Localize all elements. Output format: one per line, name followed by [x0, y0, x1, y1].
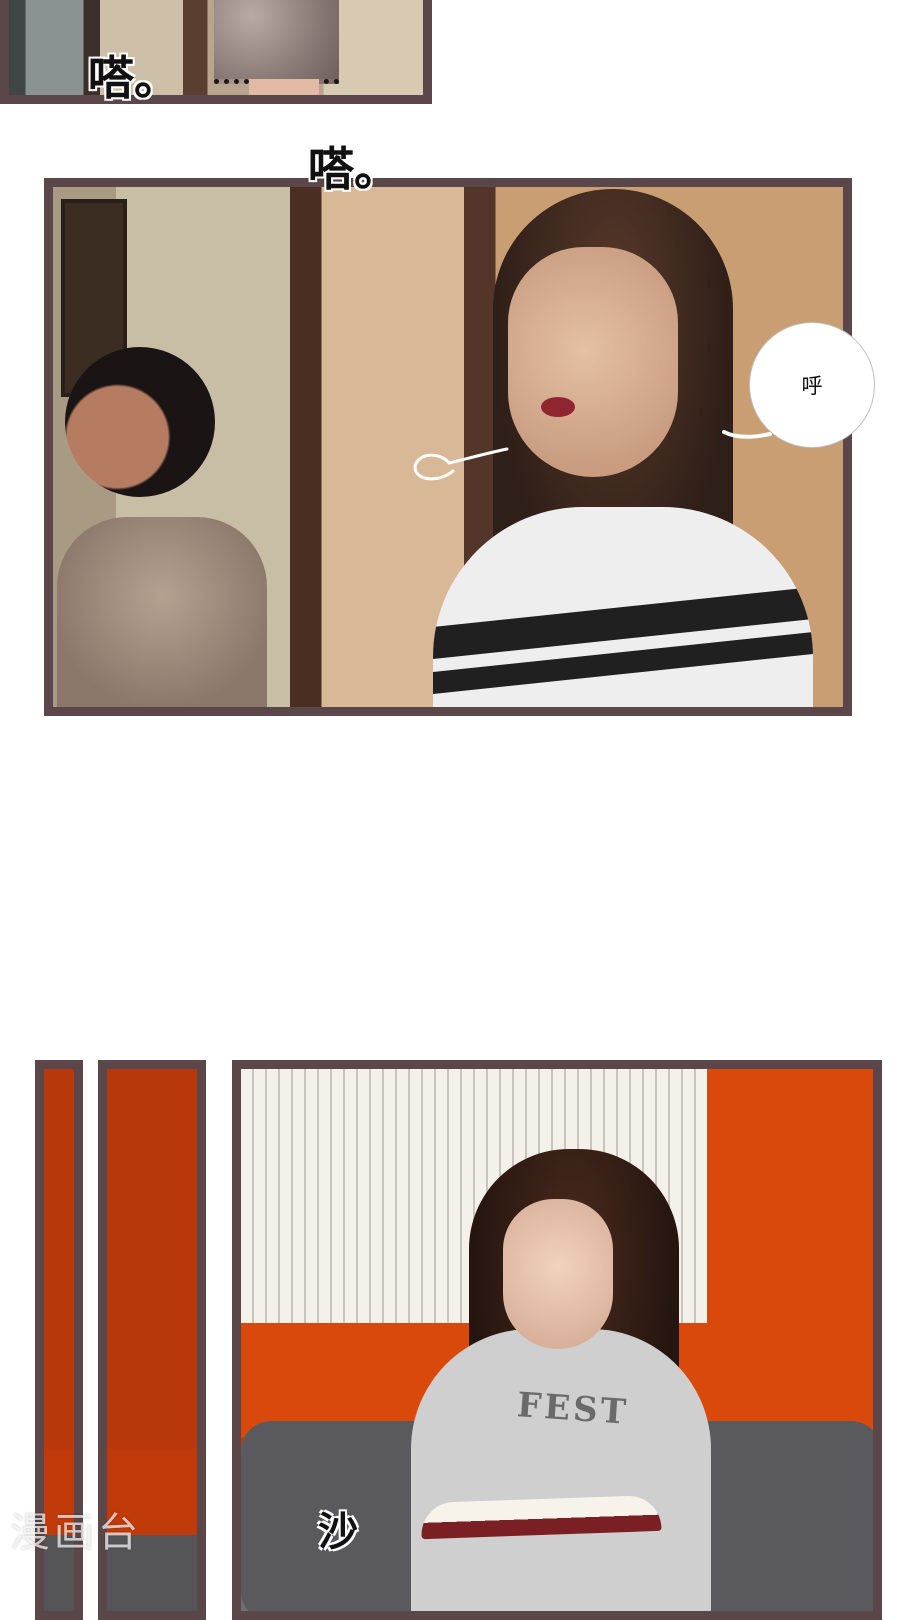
speech-bubble-tail-icon	[722, 430, 772, 439]
girl-lips-figure	[541, 397, 575, 417]
breath-puff-icon	[413, 447, 509, 481]
girl-shirt-figure	[433, 507, 813, 707]
reading-girl-shirt-figure	[411, 1329, 711, 1611]
mother-head-figure	[65, 347, 215, 497]
speech-bubble: 呼	[749, 322, 875, 448]
comic-panel-1	[0, 0, 432, 104]
girl-face-figure	[508, 247, 678, 477]
comic-panel-2	[44, 178, 852, 716]
reading-girl-face-figure	[503, 1199, 613, 1349]
watermark-logo: 漫画台	[10, 1510, 142, 1556]
mother-body-figure	[57, 517, 267, 707]
sfx-knock-top: 嗒。	[88, 51, 180, 105]
sfx-rustle: 沙	[318, 1508, 358, 1555]
dress-figure	[214, 0, 339, 84]
sfx-knock-middle: 嗒。	[308, 142, 400, 196]
speech-bubble-text: 呼	[801, 374, 823, 398]
legs-figure	[249, 79, 319, 95]
